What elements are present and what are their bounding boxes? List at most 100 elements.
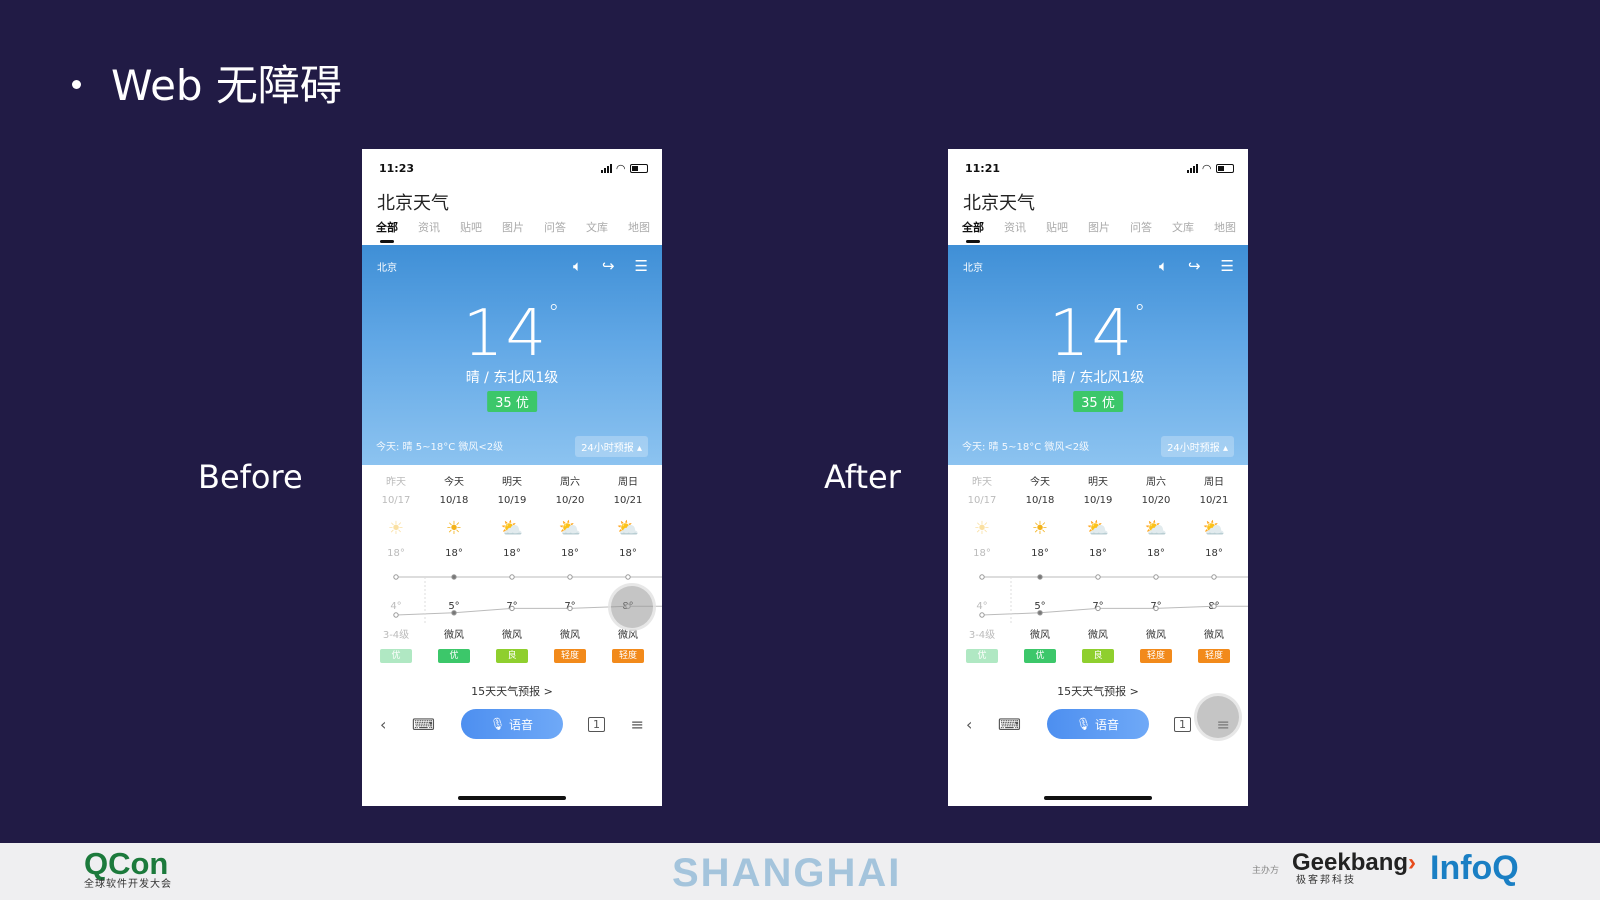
tab-6[interactable]: 地图 <box>1214 219 1236 235</box>
sun-icon: ☀ <box>973 518 991 539</box>
keyboard-icon[interactable]: ⌨︎ <box>998 715 1021 734</box>
air-quality-badge: 优 <box>1024 649 1056 663</box>
hourly-forecast-button[interactable]: 24小时预报 ▴ <box>575 436 648 457</box>
air-quality-badge: 良 <box>1082 649 1114 663</box>
tab-4[interactable]: 问答 <box>1130 219 1152 235</box>
status-time: 11:21 <box>965 161 1001 175</box>
status-icons: ◠ <box>1186 161 1234 175</box>
day-date: 10/18 <box>439 495 469 506</box>
speaker-icon[interactable]: 🔈︎ <box>573 257 582 275</box>
speaker-icon[interactable]: 🔈︎ <box>1159 257 1168 275</box>
microphone-icon: 🎙︎ <box>489 717 506 731</box>
day-low: 8° <box>1208 601 1220 612</box>
partly-cloudy-icon: ⛅ <box>616 518 640 539</box>
day-date: 10/17 <box>381 495 411 506</box>
weather-card: 北京 🔈︎ ↪︎ ☰ 14° 晴 / 东北风1级 35 优 今天: 晴 5~18… <box>362 245 662 465</box>
day-name: 明天 <box>1088 477 1108 488</box>
sun-icon: ☀ <box>1031 518 1049 539</box>
city-name[interactable]: 北京 <box>963 259 983 274</box>
day-name: 昨天 <box>972 477 992 488</box>
city-name[interactable]: 北京 <box>377 259 397 274</box>
share-icon[interactable]: ↪︎ <box>1188 257 1201 275</box>
day-forecast[interactable]: 周六 10/20 ⛅ 18° 7° 微风 轻度 <box>1127 473 1185 663</box>
tab-1[interactable]: 资讯 <box>418 219 440 235</box>
day-low: 7° <box>1150 601 1162 612</box>
air-quality-badge: 优 <box>438 649 470 663</box>
aqi-badge[interactable]: 35 优 <box>487 391 537 412</box>
touch-indicator <box>608 583 656 631</box>
day-low: 5° <box>448 601 460 612</box>
day-date: 10/19 <box>497 495 527 506</box>
air-quality-badge: 轻度 <box>1198 649 1230 663</box>
tab-2[interactable]: 贴吧 <box>460 219 482 235</box>
day-forecast[interactable]: 昨天 10/17 ☀ 18° 4° 3-4级优 <box>953 473 1011 663</box>
day-forecast[interactable]: 周日10/21⛅18°8°微风轻度 <box>599 473 657 663</box>
tab-6[interactable]: 地图 <box>628 219 650 235</box>
day-forecast[interactable]: 今天 10/18 ☀ 18° 5° 微风优 <box>425 473 483 663</box>
tab-2[interactable]: 贴吧 <box>1046 219 1068 235</box>
after-label: After <box>824 458 901 496</box>
day-date: 10/20 <box>1141 495 1171 506</box>
keyboard-icon[interactable]: ⌨︎ <box>412 715 435 734</box>
microphone-icon: 🎙︎ <box>1075 717 1092 731</box>
search-tabs: 全部 资讯 贴吧 图片 问答 文库 地图 <box>362 219 662 245</box>
back-icon[interactable]: ‹ <box>966 715 972 734</box>
page-title: 北京天气 <box>963 193 1035 214</box>
tab-0[interactable]: 全部 <box>376 219 398 243</box>
qcon-logo: QCon 全球软件开发大会 <box>84 848 172 891</box>
battery-icon <box>630 163 648 173</box>
tab-0[interactable]: 全部 <box>962 219 984 243</box>
day-date: 10/18 <box>1025 495 1055 506</box>
day-high: 18° <box>619 548 637 559</box>
day-forecast[interactable]: 周日10/21⛅18°8°微风轻度 <box>1185 473 1243 663</box>
tab-3[interactable]: 图片 <box>502 219 524 235</box>
status-bar: 11:21 ◠ <box>948 149 1248 187</box>
signal-icon <box>600 163 612 173</box>
slide-title-text: Web 无障碍 <box>111 61 342 110</box>
day-forecast[interactable]: 明天 10/19 ⛅ 18° 7° 微风良 <box>483 473 541 663</box>
partly-cloudy-icon: ⛅ <box>500 518 524 539</box>
day-name: 今天 <box>1030 477 1050 488</box>
hourly-forecast-button[interactable]: 24小时预报 ▴ <box>1161 436 1234 457</box>
tab-5[interactable]: 文库 <box>1172 219 1194 235</box>
aqi-badge[interactable]: 35 优 <box>1073 391 1123 412</box>
tab-5[interactable]: 文库 <box>586 219 608 235</box>
menu-icon[interactable]: ☰ <box>635 257 648 275</box>
menu-icon[interactable]: ☰ <box>1221 257 1234 275</box>
day-forecast[interactable]: 明天 10/19 ⛅ 18° 7° 微风良 <box>1069 473 1127 663</box>
browser-toolbar: ‹ ⌨︎ 🎙︎ 语音 1 ≡ <box>362 709 662 739</box>
wifi-icon: ◠ <box>1202 161 1211 175</box>
day-date: 10/21 <box>613 495 643 506</box>
day-high: 18° <box>1089 548 1107 559</box>
hamburger-menu-icon[interactable]: ≡ <box>631 715 644 734</box>
day-name: 周六 <box>560 477 580 488</box>
day-forecast[interactable]: 昨天 10/17 ☀ 18° 4° 3-4级优 <box>367 473 425 663</box>
day-low: 7° <box>506 601 518 612</box>
air-quality-badge: 轻度 <box>554 649 586 663</box>
tabs-count-icon[interactable]: 1 <box>588 716 606 732</box>
15-day-forecast-link[interactable]: 15天天气预报 > <box>362 683 662 699</box>
voice-button[interactable]: 🎙︎ 语音 <box>1046 709 1149 739</box>
today-summary: 今天: 晴 5~18°C 微风<2级 <box>376 442 504 453</box>
day-high: 18° <box>973 548 991 559</box>
infoq-logo: InfoQ <box>1430 849 1519 887</box>
day-high: 18° <box>387 548 405 559</box>
voice-button[interactable]: 🎙︎ 语音 <box>460 709 563 739</box>
day-low: 4° <box>976 601 988 612</box>
share-icon[interactable]: ↪︎ <box>602 257 615 275</box>
day-name: 周日 <box>1204 477 1224 488</box>
partly-cloudy-icon: ⛅ <box>1144 518 1168 539</box>
status-time: 11:23 <box>379 161 415 175</box>
geekbang-arrow-icon: › <box>1408 849 1417 876</box>
tab-4[interactable]: 问答 <box>544 219 566 235</box>
air-quality-badge: 轻度 <box>612 649 644 663</box>
day-wind: 微风 <box>1146 630 1166 641</box>
tab-3[interactable]: 图片 <box>1088 219 1110 235</box>
back-icon[interactable]: ‹ <box>380 715 386 734</box>
day-forecast[interactable]: 今天 10/18 ☀ 18° 5° 微风优 <box>1011 473 1069 663</box>
day-wind: 3-4级 <box>382 630 410 641</box>
status-icons: ◠ <box>600 162 648 175</box>
tabs-count-icon[interactable]: 1 <box>1174 716 1192 732</box>
day-forecast[interactable]: 周六 10/20 ⛅ 18° 7° 微风 轻度 <box>541 473 599 663</box>
tab-1[interactable]: 资讯 <box>1004 219 1026 235</box>
